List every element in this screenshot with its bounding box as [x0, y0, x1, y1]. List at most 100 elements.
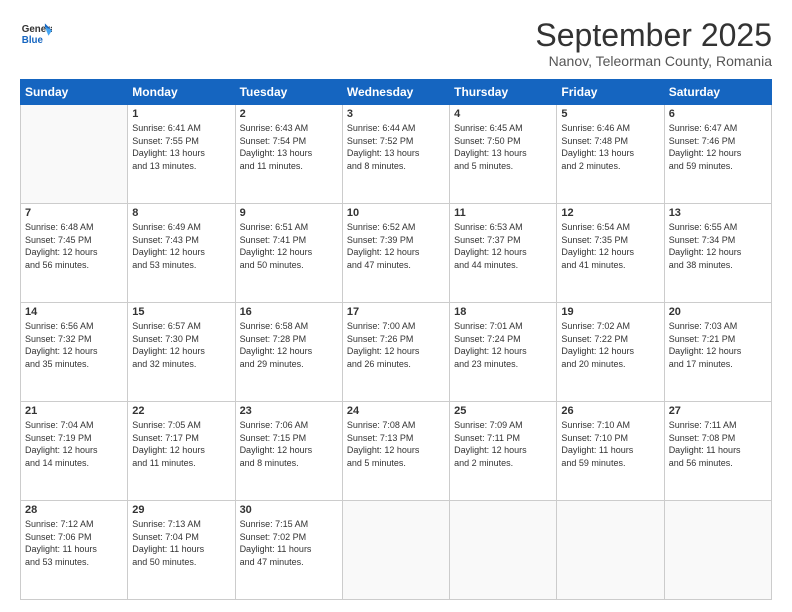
calendar-cell: 29 Sunrise: 7:13 AM Sunset: 7:04 PM Dayli…: [128, 501, 235, 600]
calendar-cell: 8Sunrise: 6:49 AM Sunset: 7:43 PM Daylig…: [128, 204, 235, 303]
calendar-cell: 26 Sunrise: 7:10 AM Sunset: 7:10 PM Dayli…: [557, 402, 664, 501]
logo-icon: General Blue: [20, 18, 52, 50]
calendar-cell: [450, 501, 557, 600]
calendar-cell: 15Sunrise: 6:57 AM Sunset: 7:30 PM Dayli…: [128, 303, 235, 402]
day-info: Sunrise: 6:45 AM Sunset: 7:50 PM Dayligh…: [454, 122, 552, 172]
calendar-week-row: 28 Sunrise: 7:12 AM Sunset: 7:06 PM Dayli…: [21, 501, 772, 600]
day-number: 19: [561, 306, 659, 318]
calendar-cell: [664, 501, 771, 600]
day-info: Sunrise: 6:58 AM Sunset: 7:28 PM Dayligh…: [240, 320, 338, 370]
day-info: Sunrise: 6:49 AM Sunset: 7:43 PM Dayligh…: [132, 221, 230, 271]
day-number: 25: [454, 405, 552, 417]
calendar-cell: 30Sunrise: 7:15 AM Sunset: 7:02 PM Dayli…: [235, 501, 342, 600]
day-number: 1: [132, 108, 230, 120]
calendar-cell: [557, 501, 664, 600]
calendar-cell: 23 Sunrise: 7:06 AM Sunset: 7:15 PM Dayli…: [235, 402, 342, 501]
day-number: 6: [669, 108, 767, 120]
calendar-week-row: 1 Sunrise: 6:41 AM Sunset: 7:55 PM Daylig…: [21, 105, 772, 204]
day-number: 9: [240, 207, 338, 219]
day-number: 17: [347, 306, 445, 318]
day-number: 11: [454, 207, 552, 219]
day-number: 12: [561, 207, 659, 219]
calendar-cell: 19 Sunrise: 7:02 AM Sunset: 7:22 PM Dayli…: [557, 303, 664, 402]
calendar-cell: 12 Sunrise: 6:54 AM Sunset: 7:35 PM Dayli…: [557, 204, 664, 303]
calendar-cell: 13Sunrise: 6:55 AM Sunset: 7:34 PM Dayli…: [664, 204, 771, 303]
calendar-cell: 4 Sunrise: 6:45 AM Sunset: 7:50 PM Daylig…: [450, 105, 557, 204]
day-info: Sunrise: 7:04 AM Sunset: 7:19 PM Dayligh…: [25, 419, 123, 469]
day-info: Sunrise: 7:00 AM Sunset: 7:26 PM Dayligh…: [347, 320, 445, 370]
day-number: 29: [132, 504, 230, 516]
day-info: Sunrise: 6:48 AM Sunset: 7:45 PM Dayligh…: [25, 221, 123, 271]
day-number: 14: [25, 306, 123, 318]
weekday-header: Wednesday: [342, 80, 449, 105]
day-info: Sunrise: 7:15 AM Sunset: 7:02 PM Dayligh…: [240, 518, 338, 568]
calendar-cell: 2Sunrise: 6:43 AM Sunset: 7:54 PM Daylig…: [235, 105, 342, 204]
calendar-cell: 1 Sunrise: 6:41 AM Sunset: 7:55 PM Daylig…: [128, 105, 235, 204]
day-info: Sunrise: 6:53 AM Sunset: 7:37 PM Dayligh…: [454, 221, 552, 271]
day-number: 22: [132, 405, 230, 417]
day-info: Sunrise: 7:09 AM Sunset: 7:11 PM Dayligh…: [454, 419, 552, 469]
day-info: Sunrise: 7:13 AM Sunset: 7:04 PM Dayligh…: [132, 518, 230, 568]
day-info: Sunrise: 7:10 AM Sunset: 7:10 PM Dayligh…: [561, 419, 659, 469]
calendar-cell: 6 Sunrise: 6:47 AM Sunset: 7:46 PM Daylig…: [664, 105, 771, 204]
calendar-cell: 24 Sunrise: 7:08 AM Sunset: 7:13 PM Dayli…: [342, 402, 449, 501]
weekday-header: Thursday: [450, 80, 557, 105]
day-info: Sunrise: 7:06 AM Sunset: 7:15 PM Dayligh…: [240, 419, 338, 469]
calendar-cell: 22Sunrise: 7:05 AM Sunset: 7:17 PM Dayli…: [128, 402, 235, 501]
day-number: 10: [347, 207, 445, 219]
calendar-week-row: 14 Sunrise: 6:56 AM Sunset: 7:32 PM Dayli…: [21, 303, 772, 402]
day-info: Sunrise: 6:44 AM Sunset: 7:52 PM Dayligh…: [347, 122, 445, 172]
day-info: Sunrise: 7:12 AM Sunset: 7:06 PM Dayligh…: [25, 518, 123, 568]
day-info: Sunrise: 7:03 AM Sunset: 7:21 PM Dayligh…: [669, 320, 767, 370]
calendar-cell: 9 Sunrise: 6:51 AM Sunset: 7:41 PM Daylig…: [235, 204, 342, 303]
calendar-cell: 14 Sunrise: 6:56 AM Sunset: 7:32 PM Dayli…: [21, 303, 128, 402]
day-number: 5: [561, 108, 659, 120]
calendar-cell: [342, 501, 449, 600]
day-number: 13: [669, 207, 767, 219]
day-number: 27: [669, 405, 767, 417]
day-number: 26: [561, 405, 659, 417]
day-info: Sunrise: 7:02 AM Sunset: 7:22 PM Dayligh…: [561, 320, 659, 370]
calendar-week-row: 21Sunrise: 7:04 AM Sunset: 7:19 PM Dayli…: [21, 402, 772, 501]
header: General Blue September 2025 Nanov, Teleo…: [20, 18, 772, 69]
day-number: 23: [240, 405, 338, 417]
calendar-cell: 17 Sunrise: 7:00 AM Sunset: 7:26 PM Dayli…: [342, 303, 449, 402]
day-info: Sunrise: 6:54 AM Sunset: 7:35 PM Dayligh…: [561, 221, 659, 271]
weekday-header: Sunday: [21, 80, 128, 105]
calendar-cell: 28 Sunrise: 7:12 AM Sunset: 7:06 PM Dayli…: [21, 501, 128, 600]
day-info: Sunrise: 7:08 AM Sunset: 7:13 PM Dayligh…: [347, 419, 445, 469]
day-info: Sunrise: 7:01 AM Sunset: 7:24 PM Dayligh…: [454, 320, 552, 370]
day-info: Sunrise: 6:56 AM Sunset: 7:32 PM Dayligh…: [25, 320, 123, 370]
day-info: Sunrise: 6:47 AM Sunset: 7:46 PM Dayligh…: [669, 122, 767, 172]
calendar-week-row: 7 Sunrise: 6:48 AM Sunset: 7:45 PM Daylig…: [21, 204, 772, 303]
calendar-cell: 21Sunrise: 7:04 AM Sunset: 7:19 PM Dayli…: [21, 402, 128, 501]
svg-text:Blue: Blue: [22, 35, 44, 46]
day-number: 28: [25, 504, 123, 516]
page: General Blue September 2025 Nanov, Teleo…: [0, 0, 792, 612]
day-info: Sunrise: 6:51 AM Sunset: 7:41 PM Dayligh…: [240, 221, 338, 271]
day-number: 18: [454, 306, 552, 318]
weekday-header: Friday: [557, 80, 664, 105]
weekday-header: Monday: [128, 80, 235, 105]
day-number: 16: [240, 306, 338, 318]
day-number: 4: [454, 108, 552, 120]
day-number: 24: [347, 405, 445, 417]
calendar-cell: 3Sunrise: 6:44 AM Sunset: 7:52 PM Daylig…: [342, 105, 449, 204]
day-number: 7: [25, 207, 123, 219]
calendar-table: SundayMondayTuesdayWednesdayThursdayFrid…: [20, 79, 772, 600]
calendar-header-row: SundayMondayTuesdayWednesdayThursdayFrid…: [21, 80, 772, 105]
title-block: September 2025 Nanov, Teleorman County, …: [535, 18, 772, 69]
day-info: Sunrise: 6:46 AM Sunset: 7:48 PM Dayligh…: [561, 122, 659, 172]
calendar-cell: 25 Sunrise: 7:09 AM Sunset: 7:11 PM Dayli…: [450, 402, 557, 501]
calendar-cell: 7 Sunrise: 6:48 AM Sunset: 7:45 PM Daylig…: [21, 204, 128, 303]
day-number: 15: [132, 306, 230, 318]
calendar-cell: 10Sunrise: 6:52 AM Sunset: 7:39 PM Dayli…: [342, 204, 449, 303]
calendar-cell: [21, 105, 128, 204]
day-info: Sunrise: 6:41 AM Sunset: 7:55 PM Dayligh…: [132, 122, 230, 172]
day-info: Sunrise: 6:43 AM Sunset: 7:54 PM Dayligh…: [240, 122, 338, 172]
calendar-cell: 20 Sunrise: 7:03 AM Sunset: 7:21 PM Dayli…: [664, 303, 771, 402]
weekday-header: Tuesday: [235, 80, 342, 105]
day-number: 20: [669, 306, 767, 318]
calendar-cell: 18 Sunrise: 7:01 AM Sunset: 7:24 PM Dayli…: [450, 303, 557, 402]
calendar-cell: 5 Sunrise: 6:46 AM Sunset: 7:48 PM Daylig…: [557, 105, 664, 204]
